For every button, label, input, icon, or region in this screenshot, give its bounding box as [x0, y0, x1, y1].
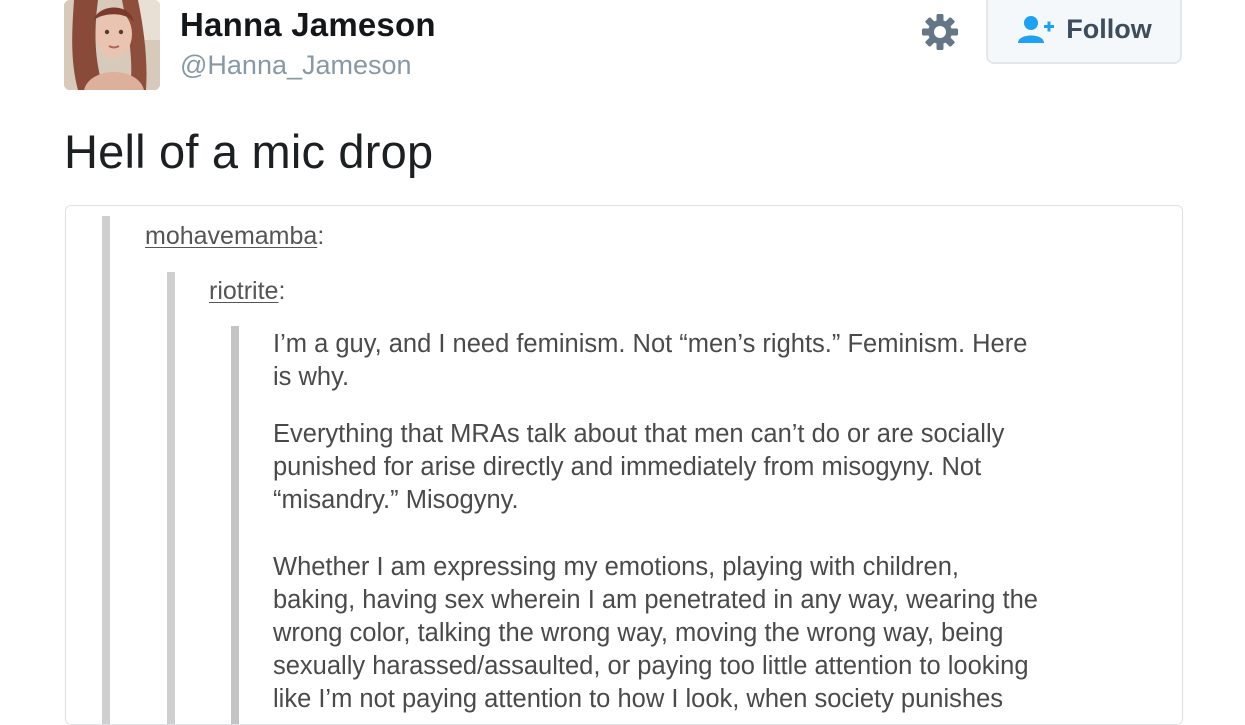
follow-label: Follow [1066, 13, 1152, 44]
quote-bar [167, 272, 175, 724]
post-line: baking, having sex wherein I am penetrat… [273, 586, 1038, 614]
username-link[interactable]: riotrite [209, 277, 278, 305]
reblog-username: mohavemamba: [145, 222, 325, 250]
quote-bar [102, 216, 110, 724]
username-link[interactable]: mohavemamba [145, 222, 317, 250]
post-paragraph: I’m a guy, and I need feminism. Not “men… [273, 328, 1153, 394]
quote-bar [231, 326, 239, 724]
post-line: I’m a guy, and I need feminism. Not “men… [273, 330, 1028, 358]
gear-icon[interactable] [918, 10, 962, 54]
post-line: sexually harassed/assaulted, or paying t… [273, 652, 1029, 680]
tweet-text: Hell of a mic drop [64, 125, 434, 178]
post-line: Whether I am expressing my emotions, pla… [273, 553, 959, 581]
post-line: Everything that MRAs talk about that men… [273, 420, 1005, 448]
embedded-image-card[interactable]: mohavemamba: riotrite: I’m a guy, and I … [65, 205, 1183, 725]
post-line: “misandry.” Misogyny. [273, 486, 519, 514]
profile-photo [64, 0, 160, 90]
follow-button[interactable]: Follow [986, 0, 1182, 64]
post-paragraph: Whether I am expressing my emotions, pla… [273, 551, 1153, 716]
post-paragraph: Everything that MRAs talk about that men… [273, 418, 1153, 517]
post-line: like I’m not paying attention to how I l… [273, 685, 1003, 713]
post-line: punished for arise directly and immediat… [273, 453, 982, 481]
reblog-username: riotrite: [209, 277, 286, 305]
author-display-name[interactable]: Hanna Jameson [180, 6, 436, 44]
post-line: is why. [273, 363, 350, 391]
avatar[interactable] [64, 0, 160, 90]
add-user-icon [1018, 16, 1055, 43]
author-handle[interactable]: @Hanna_Jameson [180, 50, 412, 81]
post-line: wrong color, talking the wrong way, movi… [273, 619, 1004, 647]
